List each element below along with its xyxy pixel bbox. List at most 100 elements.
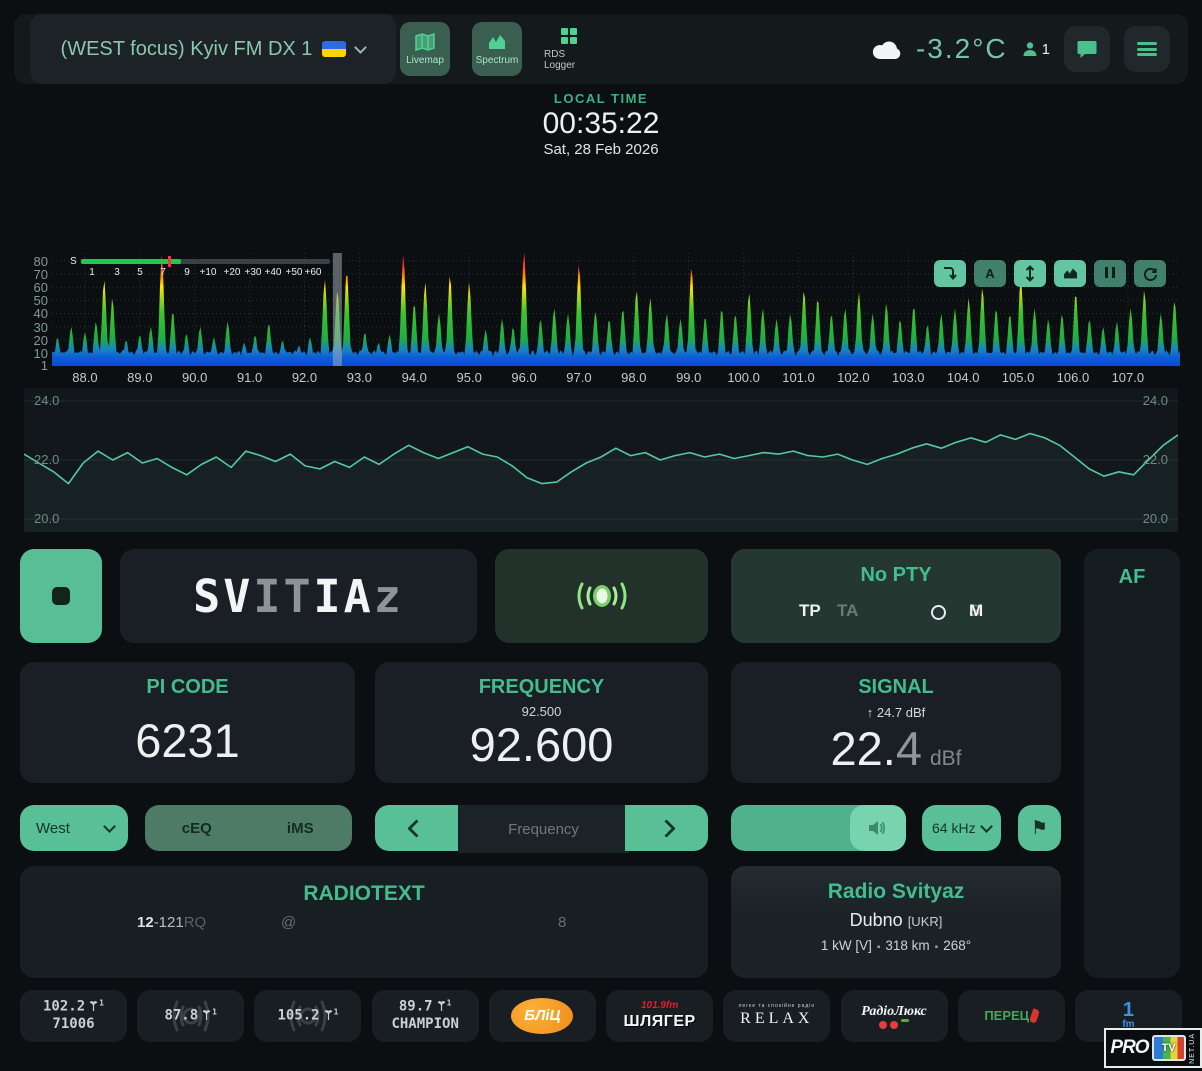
sig-ymax-right: 24.0	[1143, 393, 1168, 408]
pi-code-label: PI CODE	[20, 676, 355, 699]
spectrum-graph[interactable]: 80706050403020101 S 13579+10+20+3	[0, 248, 1202, 388]
chat-button[interactable]	[1064, 26, 1110, 72]
station-frequency: 89.7	[399, 999, 433, 1015]
stereo-indicator-icon	[931, 605, 946, 620]
ps-station-name: SVITIAz	[193, 570, 404, 623]
station-card[interactable]: 89.71CHAMPION	[372, 990, 479, 1042]
ims-toggle-button[interactable]: iMS	[249, 805, 353, 851]
s-meter-tick: +20	[224, 267, 241, 278]
eq-toggle-button[interactable]: cEQ	[145, 805, 249, 851]
signal-label: SIGNAL	[731, 676, 1061, 699]
signal-panel: SIGNAL ↑ 24.7 dBf 22.4dBf	[731, 662, 1061, 783]
play-stop-button[interactable]	[20, 549, 102, 643]
bandwidth-select[interactable]: 64 kHz	[922, 805, 1001, 851]
antenna-icon	[202, 1010, 211, 1020]
pause-button[interactable]	[1094, 260, 1126, 287]
radiotext-line: 12-121RQ @ 8	[20, 914, 708, 934]
s-meter-tick: +30	[245, 267, 262, 278]
listeners-count: 1	[1042, 41, 1050, 58]
station-card[interactable]: РадіоЛюкс	[841, 990, 948, 1042]
s-meter-tick: +40	[265, 267, 282, 278]
ps-char: S	[193, 570, 223, 623]
nav-spectrum-button[interactable]: Spectrum	[472, 22, 522, 76]
refresh-button[interactable]	[1134, 260, 1166, 287]
spectrum-x-tick: 96.0	[502, 370, 546, 385]
relax-logo: RELAX	[740, 1009, 813, 1029]
station-card[interactable]: 105.21	[254, 990, 361, 1042]
spectrum-x-tick: 91.0	[228, 370, 272, 385]
signal-strength-panel	[495, 549, 708, 643]
protv-pro-text: PRO	[1110, 1037, 1148, 1059]
antenna-marker: 1	[320, 1008, 339, 1024]
station-card-line1: 89.71	[399, 998, 452, 1016]
pepper-icon	[1029, 1008, 1040, 1023]
volume-slider-handle[interactable]	[850, 805, 906, 851]
af-list-panel: AF	[1084, 549, 1180, 978]
rt-seg-tail: 8	[558, 914, 566, 931]
station-frequency: 105.2	[277, 1008, 319, 1024]
user-icon	[1022, 41, 1038, 57]
nav-livemap-button[interactable]: Livemap	[400, 22, 450, 76]
station-card[interactable]: БЛіЦ	[489, 990, 596, 1042]
s-meter-tick: +50	[286, 267, 303, 278]
cherries-icon	[879, 1021, 909, 1029]
sig-ymin-right: 20.0	[1143, 511, 1168, 526]
sig-ymid-right: 22.0	[1143, 452, 1168, 467]
vertical-zoom-button[interactable]	[1014, 260, 1046, 287]
tune-up-button[interactable]	[625, 805, 708, 851]
nav-rds-logger-button[interactable]: RDS Logger	[544, 22, 594, 76]
level-down-arrow-icon	[942, 266, 958, 281]
rt-seg-at: @	[281, 914, 296, 931]
station-card[interactable]: легке та спокійне радіоRELAX	[723, 990, 830, 1042]
autoscale-button[interactable]: A	[974, 260, 1006, 287]
graph-style-button[interactable]	[1054, 260, 1086, 287]
tune-down-button[interactable]	[375, 805, 458, 851]
chevron-left-icon	[407, 819, 425, 837]
bullet-separator: ▪	[877, 942, 881, 953]
pi-code-value: 6231	[20, 717, 355, 764]
station-card[interactable]: ПЕРЕЦ	[958, 990, 1065, 1042]
station-distance: 318 km	[885, 938, 929, 953]
chevron-down-icon	[980, 820, 993, 833]
s-meter-bar	[81, 259, 330, 264]
scroll-down-button[interactable]	[934, 260, 966, 287]
menu-button[interactable]	[1124, 26, 1170, 72]
perets-logo: ПЕРЕЦ	[984, 1008, 1038, 1024]
spectrum-x-tick: 107.0	[1106, 370, 1150, 385]
rt-seg-bold: 12	[137, 914, 154, 931]
ps-char: z	[374, 570, 404, 623]
signal-history-graph: 24.0 22.0 20.0 24.0 22.0 20.0	[24, 388, 1178, 532]
spectrum-x-tick: 88.0	[63, 370, 107, 385]
letter-a-icon: A	[985, 266, 994, 281]
station-card-line1: 87.81	[164, 1007, 217, 1025]
frequency-input[interactable]	[458, 805, 629, 853]
station-card[interactable]: 87.81	[137, 990, 244, 1042]
report-flag-button[interactable]: ⚑	[1018, 805, 1061, 851]
header-bar: (WEST focus) Kyiv FM DX 1 Livemap Spectr…	[14, 14, 1188, 84]
band-select[interactable]: West	[20, 805, 128, 851]
broadcast-icon	[570, 576, 634, 616]
tuned-frequency-marker[interactable]	[333, 253, 342, 366]
station-card-line1: 102.21	[43, 998, 104, 1016]
server-title-dropdown[interactable]: (WEST focus) Kyiv FM DX 1	[30, 14, 396, 84]
nav-rds-logger-label: RDS Logger	[544, 49, 594, 71]
sig-ymin-left: 20.0	[34, 511, 59, 526]
station-card[interactable]: 102.2171006	[20, 990, 127, 1042]
pty-value: No PTY	[731, 564, 1061, 587]
station-card[interactable]: 101.9fmШЛЯГЕР	[606, 990, 713, 1042]
band-select-value: West	[36, 820, 70, 837]
spectrum-x-tick: 105.0	[996, 370, 1040, 385]
volume-slider[interactable]	[731, 805, 906, 851]
chat-icon	[1077, 40, 1097, 59]
antenna-count: 1	[334, 1007, 339, 1016]
flag-icon: ⚑	[1031, 817, 1048, 840]
ps-char: I	[253, 570, 283, 623]
station-frequency: 87.8	[164, 1008, 198, 1024]
spectrum-x-tick: 104.0	[941, 370, 985, 385]
s-meter-tick: +60	[305, 267, 322, 278]
ms-flag: MS	[969, 601, 980, 621]
hamburger-icon	[1137, 40, 1157, 59]
refresh-icon	[1143, 266, 1158, 281]
spectrum-x-tick: 100.0	[722, 370, 766, 385]
nav-spectrum-label: Spectrum	[476, 55, 519, 66]
